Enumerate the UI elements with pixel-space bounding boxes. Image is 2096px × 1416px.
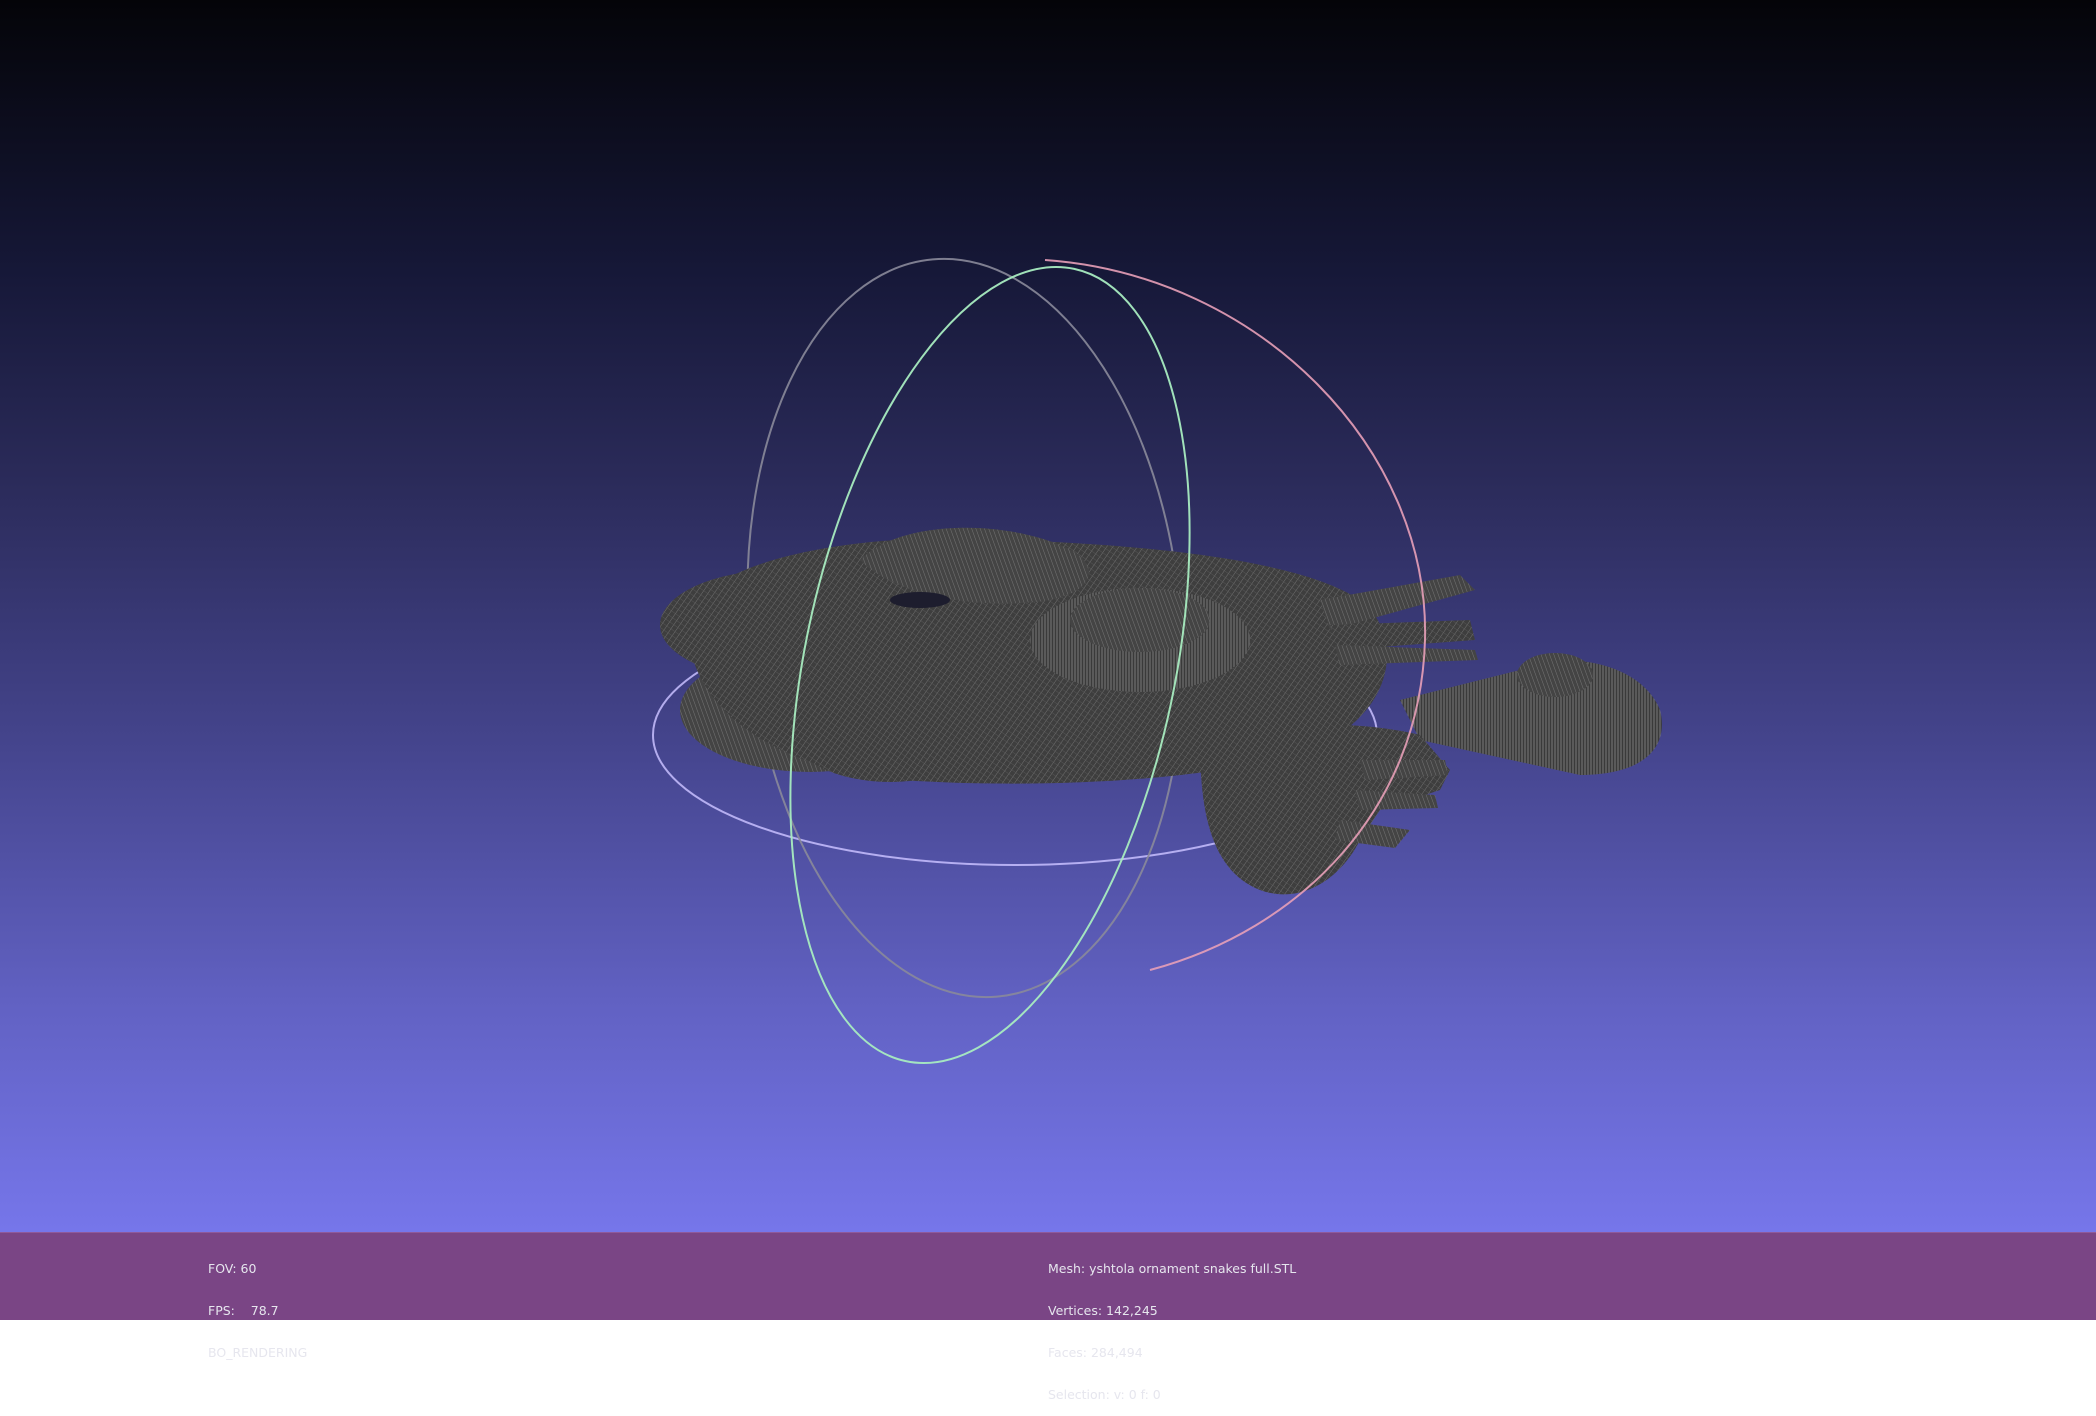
mesh-model[interactable] [660, 527, 1662, 895]
fps-label: FPS: 78.7 [208, 1303, 279, 1318]
mesh-name-label: Mesh: yshtola ornament snakes full.STL [1048, 1261, 1297, 1276]
render-info: FOV: 60 FPS: 78.7 BO_RENDERING [208, 1234, 307, 1374]
3d-viewport[interactable] [0, 0, 2096, 1232]
scene-canvas[interactable] [0, 0, 2096, 1232]
render-mode-label: BO_RENDERING [208, 1345, 308, 1360]
vertices-label: Vertices: 142,245 [1048, 1303, 1158, 1318]
fov-label: FOV: 60 [208, 1261, 257, 1276]
mesh-info: Mesh: yshtola ornament snakes full.STL V… [1048, 1234, 1296, 1416]
selection-label: Selection: v: 0 f: 0 [1048, 1387, 1161, 1402]
faces-label: Faces: 284,494 [1048, 1345, 1143, 1360]
